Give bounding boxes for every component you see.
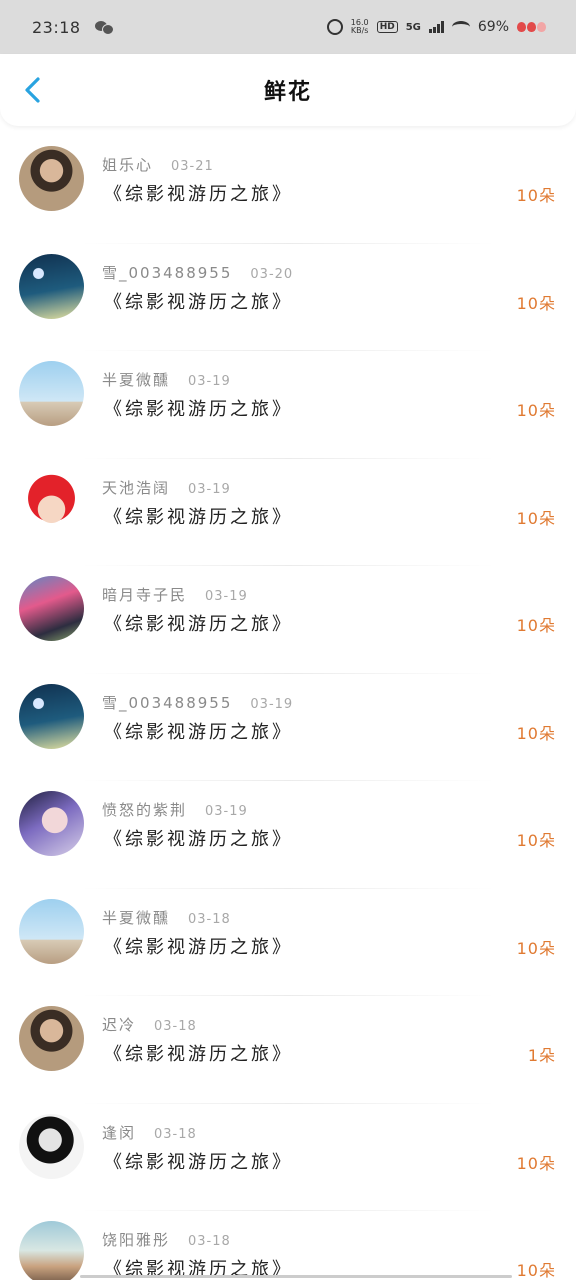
list-item[interactable]: 愤怒的紫荆 03-19 《综影视游历之旅》 10朵	[0, 781, 576, 889]
network-speed: 16.0 KB/s	[351, 19, 369, 35]
book-title: 《综影视游历之旅》	[104, 184, 293, 205]
home-indicator	[80, 1275, 512, 1278]
status-icons: 16.0 KB/s HD 5G 69%	[326, 19, 546, 35]
book-title: 《综影视游历之旅》	[104, 1151, 293, 1173]
list-item[interactable]: 半夏微醺 03-19 《综影视游历之旅》 10朵	[0, 351, 576, 459]
date: 03-18	[188, 1234, 231, 1249]
book-title: 《综影视游历之旅》	[104, 291, 293, 313]
avatar[interactable]	[19, 898, 84, 964]
username[interactable]: 半夏微醺	[102, 369, 170, 390]
username[interactable]: 迟冷	[102, 1014, 136, 1035]
date: 03-19	[250, 696, 294, 712]
user-line: 雪_003488955 03-19	[102, 692, 293, 713]
list-item[interactable]: 饶阳雅彤 03-18 《综影视游历之旅》 10朵	[0, 1211, 576, 1280]
list-item[interactable]: 逢闵 03-18 《综影视游历之旅》 10朵	[0, 1104, 576, 1211]
avatar[interactable]	[19, 146, 84, 211]
date: 03-19	[188, 374, 231, 389]
flower-count: 10朵	[516, 938, 556, 958]
book-title: 《综影视游历之旅》	[104, 506, 293, 528]
status-time: 23:18	[32, 17, 81, 37]
username[interactable]: 饶阳雅彤	[102, 1229, 170, 1250]
list-item[interactable]: 雪_003488955 03-20 《综影视游历之旅》 10朵	[0, 244, 576, 351]
back-button[interactable]	[16, 72, 52, 108]
avatar[interactable]	[19, 791, 84, 856]
username[interactable]: 雪_003488955	[102, 262, 232, 283]
flower-count: 10朵	[516, 1153, 556, 1173]
username[interactable]: 半夏微醺	[102, 907, 170, 928]
book-title: 《综影视游历之旅》	[104, 399, 293, 420]
user-line: 雪_003488955 03-20	[102, 262, 293, 283]
signal-icon	[428, 21, 444, 33]
date: 03-19	[205, 589, 248, 604]
wechat-icon	[94, 20, 114, 35]
list-item[interactable]: 暗月寺子民 03-19 《综影视游历之旅》 10朵	[0, 566, 576, 674]
username[interactable]: 逢闵	[102, 1122, 136, 1143]
nav-bar: 鲜花	[0, 54, 576, 126]
flower-count: 1朵	[527, 1046, 556, 1065]
avatar[interactable]	[19, 253, 84, 319]
flower-count: 10朵	[516, 293, 556, 313]
flower-count: 10朵	[516, 1261, 556, 1280]
battery-level: 69%	[477, 19, 509, 35]
flower-count: 10朵	[516, 723, 556, 743]
book-title: 《综影视游历之旅》	[104, 721, 293, 743]
strawberry-icon	[517, 22, 546, 32]
network-type: 5G	[405, 21, 421, 33]
username[interactable]: 雪_003488955	[102, 692, 232, 713]
user-line: 天池浩阔 03-19	[102, 477, 231, 498]
avatar[interactable]	[19, 1006, 84, 1071]
date: 03-19	[188, 481, 231, 497]
username[interactable]: 暗月寺子民	[102, 584, 187, 605]
user-line: 半夏微醺 03-18	[102, 907, 231, 928]
hd-icon: HD	[376, 21, 398, 33]
alarm-icon	[326, 19, 343, 35]
list-item[interactable]: 迟冷 03-18 《综影视游历之旅》 1朵	[0, 996, 576, 1104]
flower-count: 10朵	[516, 401, 556, 420]
speed-unit: KB/s	[350, 26, 369, 35]
date: 03-20	[250, 266, 294, 282]
avatar[interactable]	[19, 361, 84, 426]
book-title: 《综影视游历之旅》	[104, 936, 293, 958]
username[interactable]: 姐乐心	[102, 154, 153, 175]
user-line: 暗月寺子民 03-19	[102, 584, 248, 605]
flower-count: 10朵	[516, 616, 556, 635]
page-title: 鲜花	[263, 80, 312, 105]
book-title: 《综影视游历之旅》	[104, 1044, 293, 1065]
user-line: 逢闵 03-18	[102, 1122, 197, 1143]
flower-count: 10朵	[516, 508, 556, 528]
date: 03-19	[205, 804, 248, 819]
user-line: 饶阳雅彤 03-18	[102, 1229, 231, 1250]
avatar[interactable]	[19, 1221, 84, 1280]
flower-count: 10朵	[516, 831, 556, 850]
flower-list: 姐乐心 03-21 《综影视游历之旅》 10朵 雪_003488955 03-20 《综影视…	[0, 136, 576, 1280]
avatar[interactable]	[19, 576, 84, 641]
wifi-icon	[451, 21, 470, 33]
list-item[interactable]: 天池浩阔 03-19 《综影视游历之旅》 10朵	[0, 459, 576, 566]
avatar[interactable]	[19, 1113, 84, 1179]
date: 03-21	[171, 159, 214, 174]
date: 03-18	[188, 911, 231, 927]
date: 03-18	[154, 1126, 197, 1142]
avatar[interactable]	[19, 683, 84, 749]
book-title: 《综影视游历之旅》	[104, 614, 293, 635]
username[interactable]: 愤怒的紫荆	[102, 799, 187, 820]
user-line: 迟冷 03-18	[102, 1014, 197, 1035]
status-bar: 23:18 16.0 KB/s HD 5G 69%	[0, 0, 576, 54]
book-title: 《综影视游历之旅》	[104, 829, 293, 850]
user-line: 半夏微醺 03-19	[102, 369, 231, 390]
username[interactable]: 天池浩阔	[102, 477, 170, 498]
list-item[interactable]: 雪_003488955 03-19 《综影视游历之旅》 10朵	[0, 674, 576, 781]
flower-count: 10朵	[516, 186, 556, 205]
avatar[interactable]	[19, 468, 84, 534]
user-line: 愤怒的紫荆 03-19	[102, 799, 248, 820]
list-item[interactable]: 半夏微醺 03-18 《综影视游历之旅》 10朵	[0, 889, 576, 996]
date: 03-18	[154, 1019, 197, 1034]
chevron-left-icon	[25, 77, 40, 103]
list-item[interactable]: 姐乐心 03-21 《综影视游历之旅》 10朵	[0, 136, 576, 244]
user-line: 姐乐心 03-21	[102, 154, 214, 175]
